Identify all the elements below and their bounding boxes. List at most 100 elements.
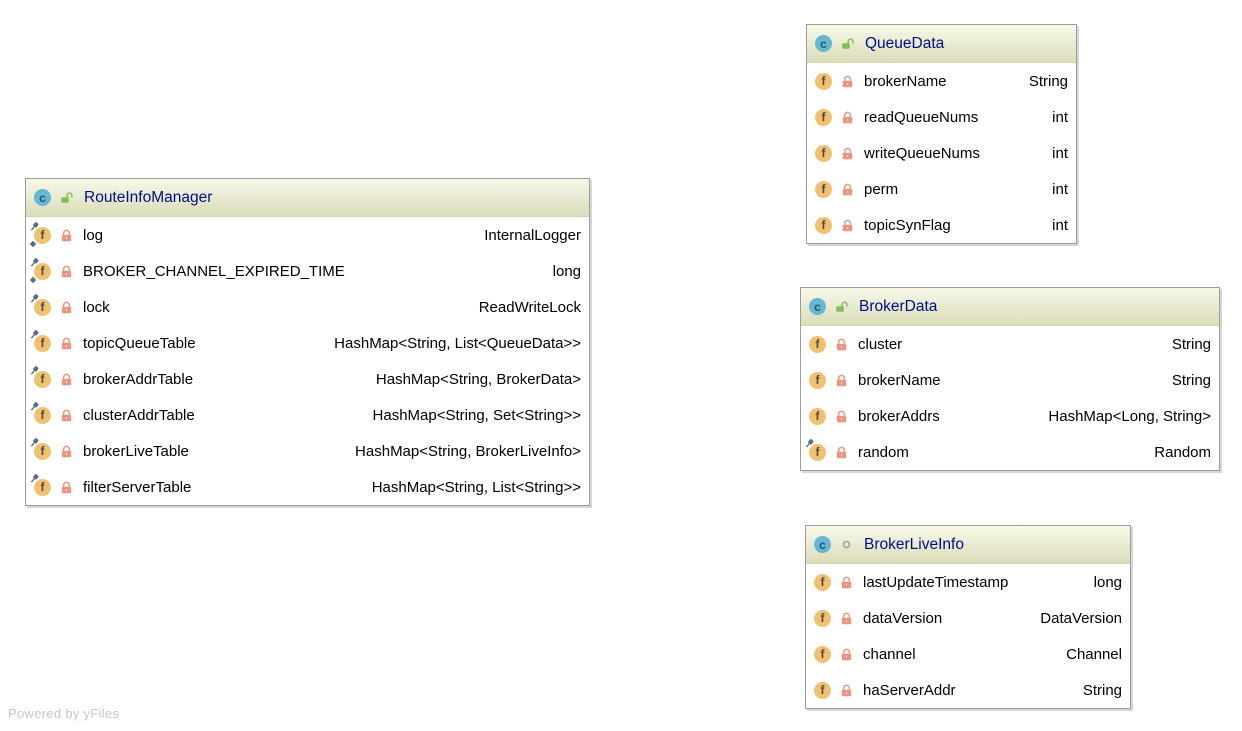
field-icon-letter: f (40, 228, 45, 242)
private-lock-icon (840, 684, 853, 697)
class-node-routeinfomanager[interactable]: c RouteInfoManager f log InternalLogger f BROK… (25, 178, 590, 506)
field-icon-letter: f (40, 300, 45, 314)
final-pin-icon (28, 257, 40, 269)
private-lock-icon (840, 576, 853, 589)
field-name: channel (863, 645, 916, 663)
private-lock-icon (60, 445, 73, 458)
field-type: HashMap<String, BrokerData> (375, 370, 581, 388)
field-type: int (1052, 216, 1068, 234)
field-icon: f (815, 108, 832, 126)
package-private-icon (840, 538, 853, 551)
class-header[interactable]: c BrokerLiveInfo (806, 526, 1130, 564)
field-row-log[interactable]: f log InternalLogger (26, 217, 589, 253)
field-name: writeQueueNums (864, 144, 980, 162)
field-icon: f (809, 407, 826, 425)
field-icon: f (805, 438, 826, 461)
class-header[interactable]: c BrokerData (801, 288, 1219, 326)
field-icon: f (814, 645, 831, 663)
field-type: DataVersion (1040, 609, 1122, 627)
private-lock-icon (841, 147, 854, 160)
field-type: InternalLogger (484, 226, 581, 244)
field-type: ReadWriteLock (478, 298, 581, 316)
field-type: String (1082, 681, 1122, 699)
field-row-brokerAddrs[interactable]: f brokerAddrs HashMap<Long, String> (801, 398, 1219, 434)
field-icon: f (814, 573, 831, 591)
field-name: brokerAddrTable (83, 370, 194, 388)
field-row-readQueueNums[interactable]: f readQueueNums int (807, 99, 1076, 135)
field-icon-letter: f (815, 409, 820, 423)
field-row-topicSynFlag[interactable]: f topicSynFlag int (807, 207, 1076, 243)
class-icon: c (34, 189, 51, 206)
field-row-clusterAddrTable[interactable]: f clusterAddrTable HashMap<String, Set<Str… (26, 397, 589, 433)
field-icon: f (30, 293, 51, 316)
private-lock-icon (60, 337, 73, 350)
field-row-filterServerTable[interactable]: f filterServerTable HashMap<String, List<S… (26, 469, 589, 505)
class-node-brokerdata[interactable]: c BrokerData f cluster String f brokerName Stri… (800, 287, 1220, 471)
field-row-channel[interactable]: f channel Channel (806, 636, 1130, 672)
field-icon-letter: f (815, 337, 820, 351)
field-row-BROKER_CHANNEL_EXPIRED_TIME[interactable]: f BROKER_CHANNEL_EXPIRED_TIME long (26, 253, 589, 289)
private-lock-icon (60, 301, 73, 314)
field-row-brokerAddrTable[interactable]: f brokerAddrTable HashMap<String, BrokerDa… (26, 361, 589, 397)
final-pin-icon (803, 438, 815, 450)
field-row-haServerAddr[interactable]: f haServerAddr String (806, 672, 1130, 708)
private-lock-icon (841, 183, 854, 196)
field-type: long (552, 262, 581, 280)
class-title: BrokerLiveInfo (864, 535, 964, 553)
private-lock-icon (841, 219, 854, 232)
public-open-lock-icon (835, 300, 848, 313)
field-row-perm[interactable]: f perm int (807, 171, 1076, 207)
field-icon-letter: f (821, 182, 826, 196)
field-icon: f (30, 437, 51, 460)
field-row-dataVersion[interactable]: f dataVersion DataVersion (806, 600, 1130, 636)
field-name: cluster (858, 335, 903, 353)
field-row-topicQueueTable[interactable]: f topicQueueTable HashMap<String, List<Que… (26, 325, 589, 361)
class-fields: f lastUpdateTimestamp long f dataVersion Data… (806, 564, 1130, 708)
private-lock-icon (60, 229, 73, 242)
field-icon-letter: f (820, 575, 825, 589)
field-row-brokerLiveTable[interactable]: f brokerLiveTable HashMap<String, BrokerLi… (26, 433, 589, 469)
field-type: int (1052, 144, 1068, 162)
class-node-queuedata[interactable]: c QueueData f brokerName String f readQueueNum… (806, 24, 1077, 244)
field-icon: f (30, 401, 51, 424)
field-row-lastUpdateTimestamp[interactable]: f lastUpdateTimestamp long (806, 564, 1130, 600)
field-name: dataVersion (863, 609, 943, 627)
field-name: haServerAddr (863, 681, 956, 699)
field-icon: f (30, 329, 51, 352)
field-type: String (1171, 371, 1211, 389)
field-name: log (83, 226, 104, 244)
field-row-brokerName[interactable]: f brokerName String (807, 63, 1076, 99)
private-lock-icon (835, 446, 848, 459)
class-title: BrokerData (859, 297, 938, 315)
field-type: Random (1154, 443, 1211, 461)
field-name: random (858, 443, 909, 461)
field-icon-letter: f (40, 372, 45, 386)
field-row-random[interactable]: f random Random (801, 434, 1219, 470)
field-icon-letter: f (821, 110, 826, 124)
field-icon-letter: f (821, 218, 826, 232)
final-pin-icon (28, 473, 40, 485)
field-icon: f (815, 144, 832, 162)
field-row-lock[interactable]: f lock ReadWriteLock (26, 289, 589, 325)
class-node-brokerliveinfo[interactable]: c BrokerLiveInfo f lastUpdateTimestamp long f… (805, 525, 1131, 709)
private-lock-icon (60, 409, 73, 422)
class-header[interactable]: c RouteInfoManager (26, 179, 589, 217)
field-type: int (1052, 180, 1068, 198)
field-type: Channel (1066, 645, 1122, 663)
class-icon: c (809, 298, 826, 315)
field-name: filterServerTable (83, 478, 192, 496)
private-lock-icon (835, 410, 848, 423)
field-row-writeQueueNums[interactable]: f writeQueueNums int (807, 135, 1076, 171)
public-open-lock-icon (60, 191, 73, 204)
class-header[interactable]: c QueueData (807, 25, 1076, 63)
field-row-cluster[interactable]: f cluster String (801, 326, 1219, 362)
field-row-brokerName[interactable]: f brokerName String (801, 362, 1219, 398)
field-icon-letter: f (40, 264, 45, 278)
class-fields: f log InternalLogger f BROKER_CHANNEL_EXPIRE… (26, 217, 589, 505)
field-name: lock (83, 298, 110, 316)
field-icon: f (814, 681, 831, 699)
field-icon-letter: f (820, 611, 825, 625)
final-pin-icon (28, 293, 40, 305)
field-type: String (1171, 335, 1211, 353)
private-lock-icon (835, 338, 848, 351)
